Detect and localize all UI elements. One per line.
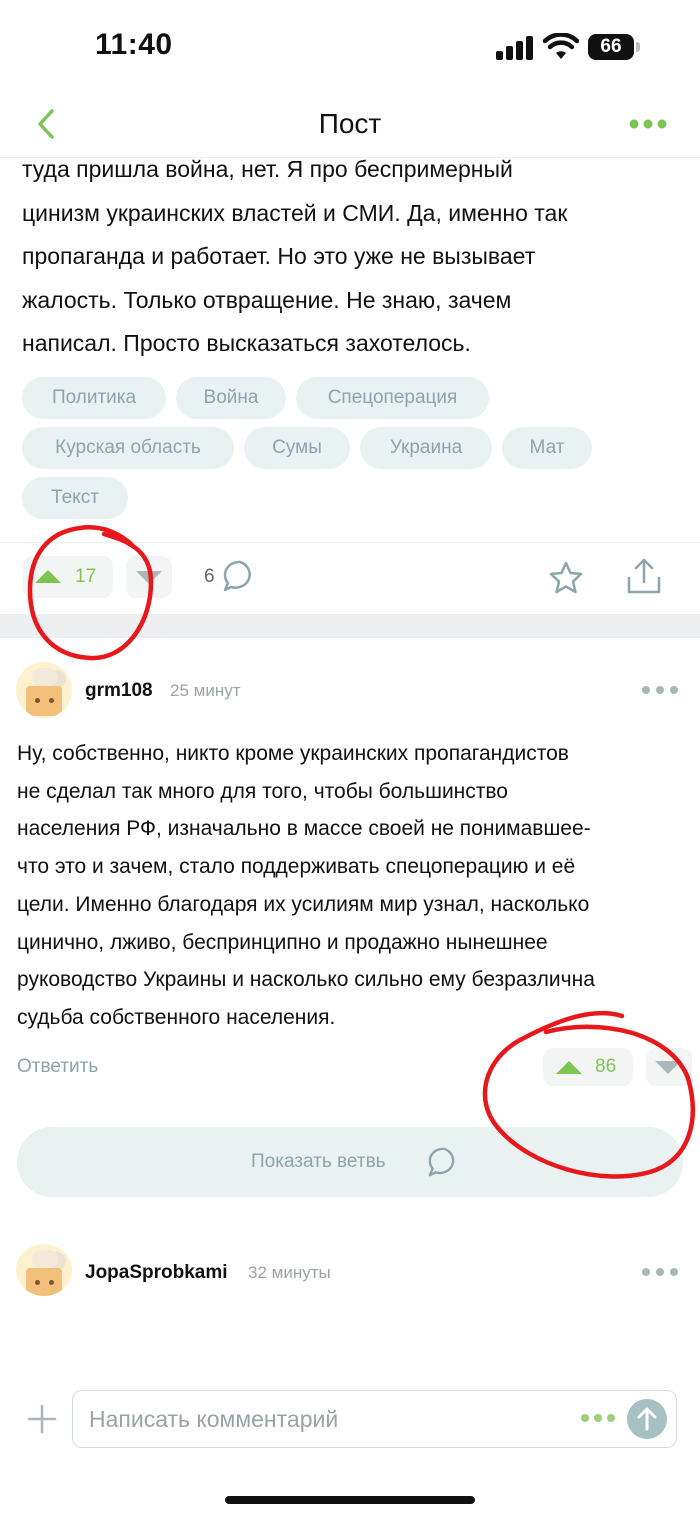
downvote-arrow-icon xyxy=(655,1061,681,1074)
comment-rating: 86 xyxy=(595,1056,617,1077)
status-time: 11:40 xyxy=(95,28,173,61)
comment-timestamp: 32 минуты xyxy=(248,1263,331,1282)
star-icon[interactable] xyxy=(548,560,584,596)
post-text-line: жалость. Только отвращение. Не знаю, зач… xyxy=(22,286,512,313)
comment-text-line: населения РФ, изначально в массе своей н… xyxy=(17,817,591,841)
reply-button[interactable]: Ответить xyxy=(17,1056,98,1078)
tag-war[interactable]: Война xyxy=(176,377,286,419)
upvote-arrow-icon xyxy=(556,1061,582,1074)
comment-text-line: цинично, лживо, беспринципно и продажно … xyxy=(17,930,548,954)
comment-text-line: что это и зачем, стало поддерживать спец… xyxy=(17,855,576,879)
upvote-arrow-icon xyxy=(35,570,61,583)
comment-upvote-button[interactable]: 86 xyxy=(543,1048,633,1086)
tag-mat[interactable]: Мат xyxy=(502,427,592,469)
more-dots-icon[interactable] xyxy=(640,1265,680,1279)
share-icon[interactable] xyxy=(624,558,664,596)
tag-ukraine[interactable]: Украина xyxy=(360,427,492,469)
post-text-line: пропаганда и работает. Но это уже не выз… xyxy=(22,243,536,269)
post-text-line: цинизм украинских властей и СМИ. Да, име… xyxy=(22,199,568,226)
show-branch-label: Показать ветвь xyxy=(251,1151,386,1172)
divider xyxy=(0,542,700,543)
battery-tip xyxy=(636,42,640,52)
arrow-up-icon xyxy=(637,1407,657,1431)
post-body: туда пришла война, нет. Я про беспримерн… xyxy=(22,148,662,366)
wifi-icon xyxy=(543,33,579,59)
comment-username[interactable]: grm108 xyxy=(85,680,153,702)
tag-text[interactable]: Текст xyxy=(22,477,128,519)
status-bar: 11:40 66 xyxy=(0,0,700,92)
section-separator xyxy=(0,614,700,638)
show-branch-button[interactable]: Показать ветвь xyxy=(17,1127,683,1197)
comment-text-line: руководство Украины и насколько сильно е… xyxy=(17,968,595,992)
tag-special-operation[interactable]: Спецоперация xyxy=(296,377,489,419)
comment-timestamp: 25 минут xyxy=(170,681,241,700)
plus-icon[interactable] xyxy=(27,1404,57,1434)
post-rating: 17 xyxy=(75,566,97,587)
tag-kursk-region[interactable]: Курская область xyxy=(22,427,234,469)
home-indicator xyxy=(225,1496,475,1504)
comments-count[interactable]: 6 xyxy=(204,566,215,588)
comment-text-line: цели. Именно благодаря их усилиям мир уз… xyxy=(17,892,590,916)
comment-text-line: судьба собственного населения. xyxy=(17,1005,336,1029)
post-text-line: написал. Просто высказаться захотелось. xyxy=(22,330,471,356)
battery-icon: 66 xyxy=(588,34,634,60)
more-dots-icon[interactable] xyxy=(628,114,668,134)
downvote-button[interactable] xyxy=(126,556,172,598)
comment-text-line: Ну, собственно, никто кроме украинских п… xyxy=(17,742,569,765)
more-dots-icon[interactable] xyxy=(640,683,680,697)
nav-bar: Пост xyxy=(0,92,700,158)
tag-sumy[interactable]: Сумы xyxy=(244,427,350,469)
page-title: Пост xyxy=(318,108,382,139)
tag-politics[interactable]: Политика xyxy=(22,377,166,419)
send-button[interactable] xyxy=(627,1399,667,1439)
more-dots-icon[interactable] xyxy=(580,1411,616,1425)
comment-input-placeholder: Написать комментарий xyxy=(89,1406,339,1432)
downvote-arrow-icon xyxy=(136,571,162,584)
upvote-button[interactable]: 17 xyxy=(23,556,113,598)
signal-icon xyxy=(496,36,534,60)
avatar[interactable] xyxy=(16,1244,72,1296)
comment-bubble-icon xyxy=(428,1147,455,1177)
comment-username[interactable]: JopaSprobkami xyxy=(85,1262,228,1284)
comment-bubble-icon[interactable] xyxy=(222,558,258,594)
comment-body: Ну, собственно, никто кроме украинских п… xyxy=(17,735,687,1037)
comment-text-line: не сделал так много для того, чтобы боль… xyxy=(17,779,508,803)
avatar[interactable] xyxy=(16,662,72,718)
comment-downvote-button[interactable] xyxy=(646,1048,692,1086)
